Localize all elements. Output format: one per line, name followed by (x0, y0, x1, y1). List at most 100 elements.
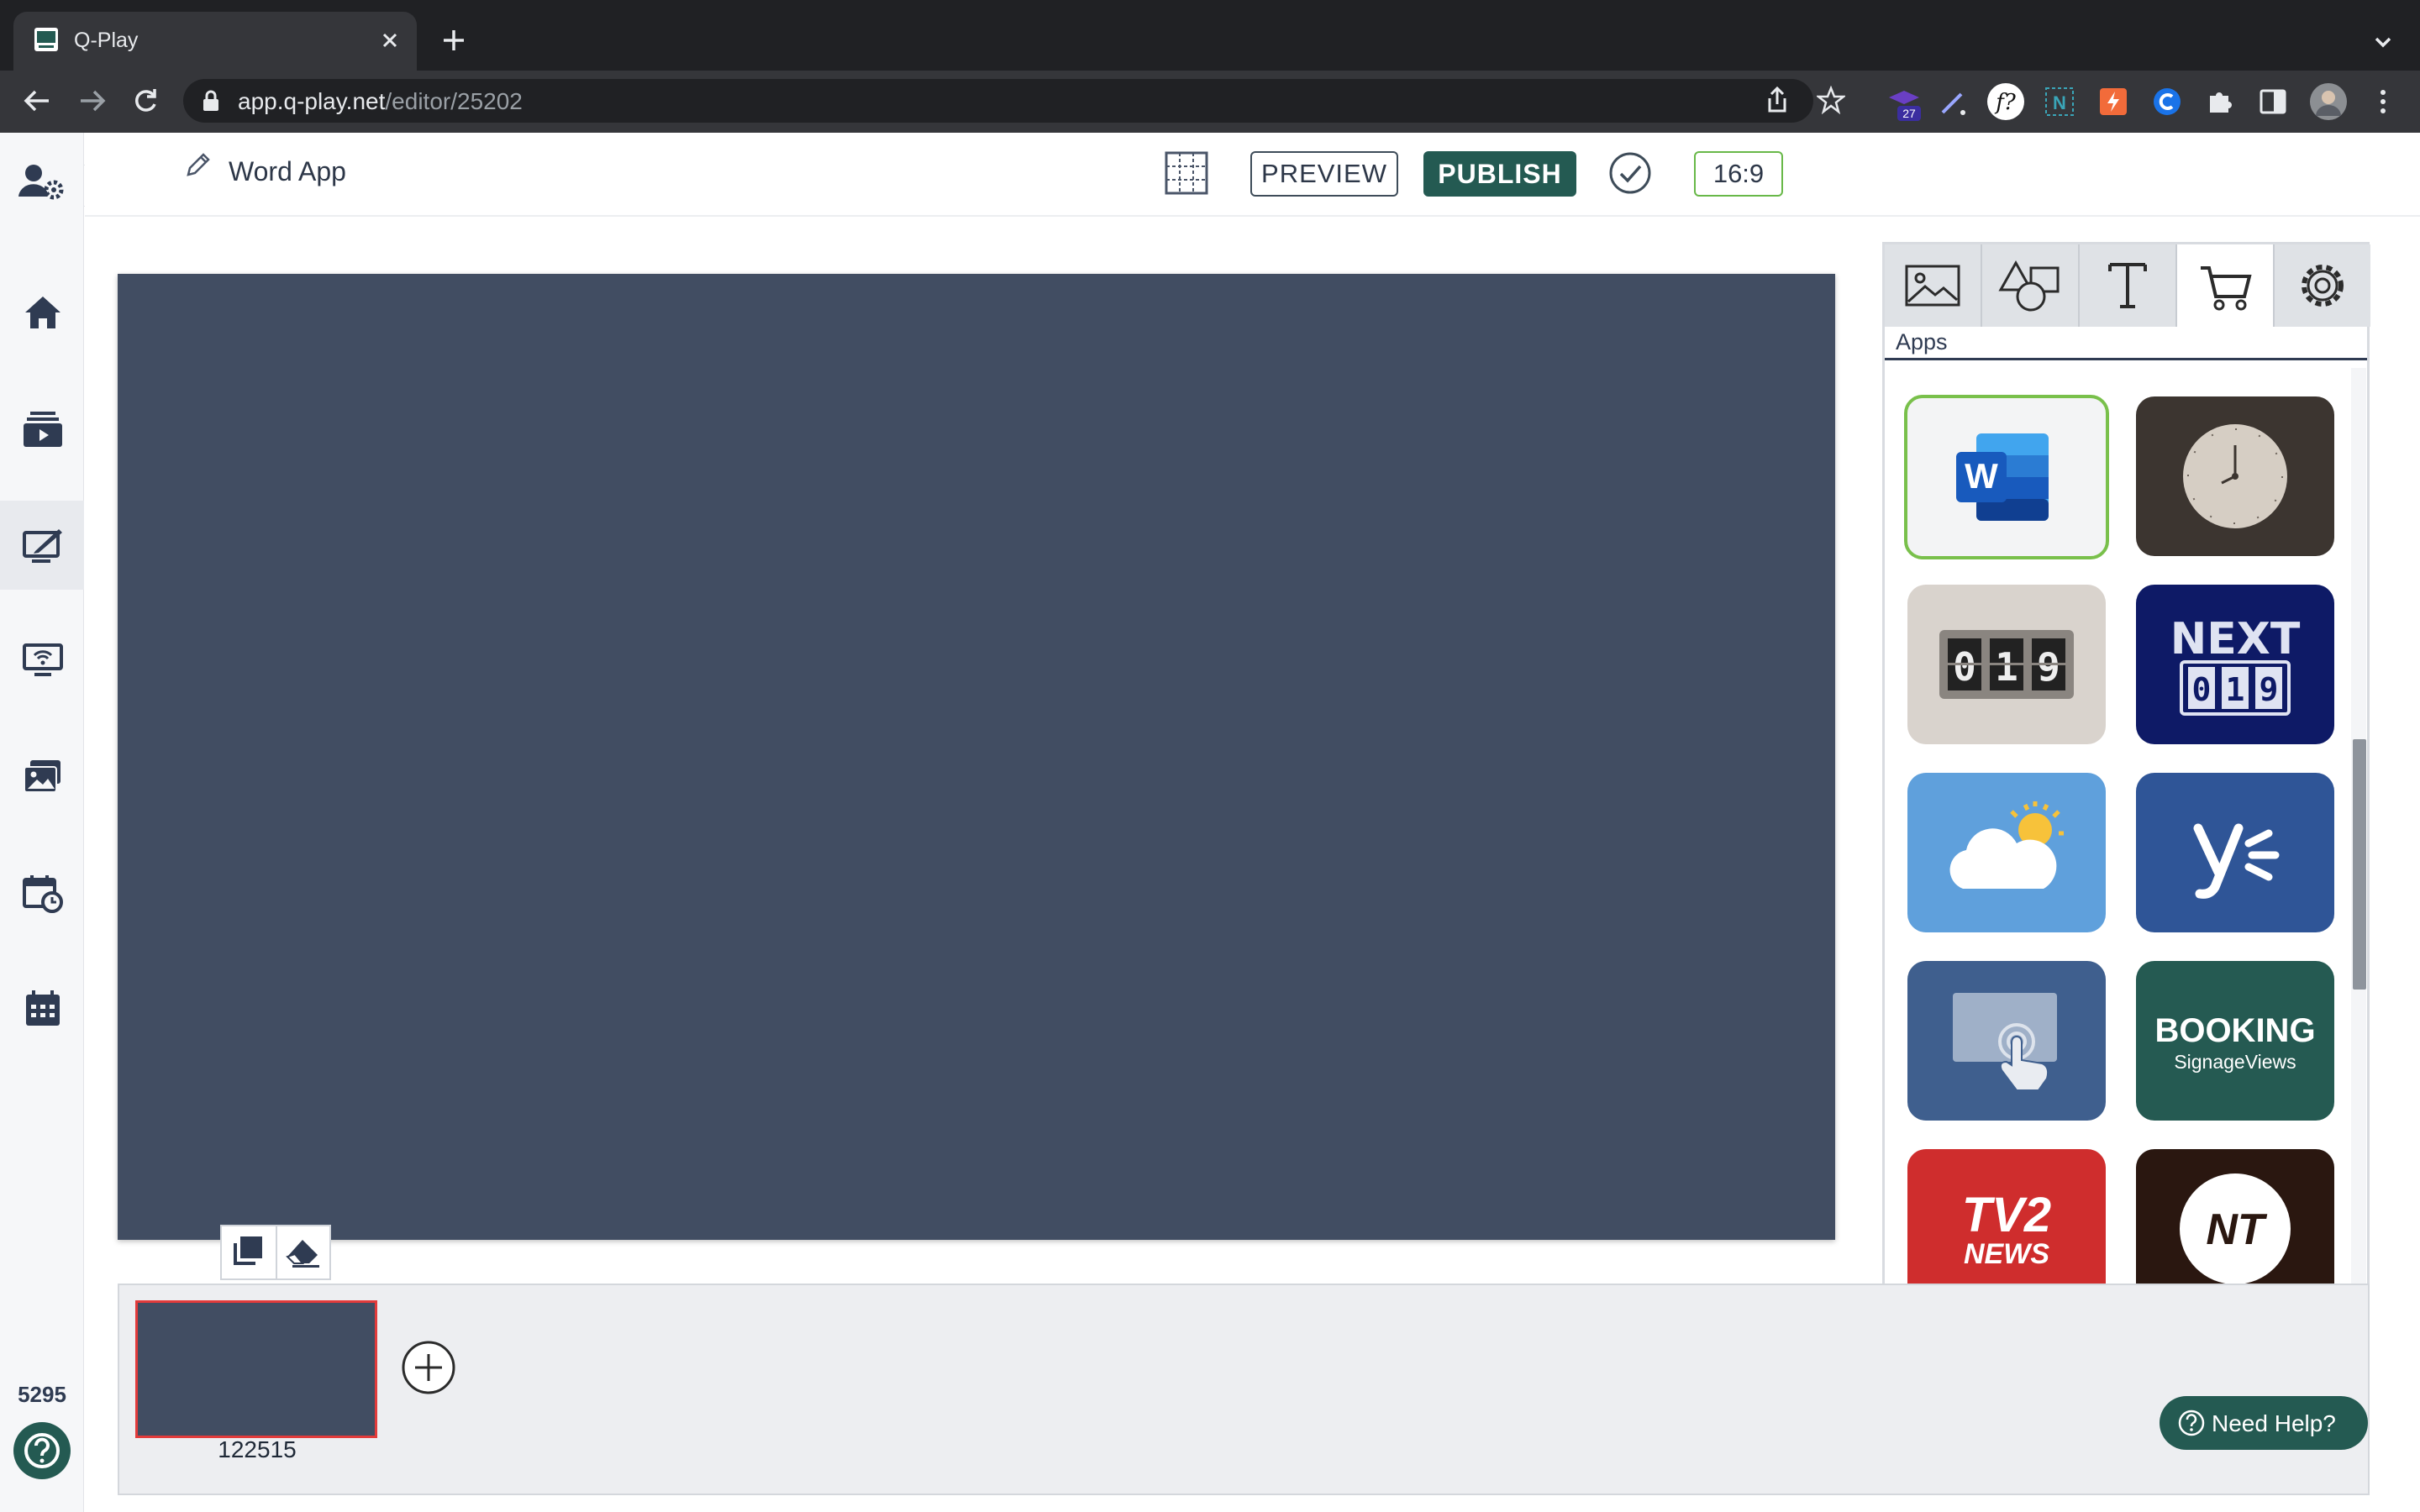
wifi-monitor-icon (23, 643, 63, 676)
side-panel-icon[interactable] (2259, 87, 2287, 116)
extension-bolt-icon[interactable] (2097, 86, 2129, 118)
extension-formula-icon[interactable]: f? (1986, 82, 2025, 121)
slide-canvas[interactable] (118, 274, 1835, 1240)
need-help-button[interactable]: Need Help? (2160, 1396, 2368, 1450)
add-slide-button[interactable] (402, 1341, 455, 1394)
panel-label-underline (1885, 358, 2367, 360)
svg-text:1: 1 (1995, 644, 2018, 690)
reload-icon[interactable] (130, 86, 160, 116)
sidebar-count: 5295 (18, 1382, 66, 1407)
home-icon (25, 297, 60, 328)
calendar-icon (26, 990, 60, 1026)
app-tile-counter[interactable]: 0 1 9 (1907, 585, 2106, 744)
sidebar-item-playlists[interactable] (22, 410, 64, 449)
app-tile-tv2-news[interactable]: TV2 NEWS (1907, 1149, 2106, 1284)
nt-logo: NT (2180, 1173, 2291, 1284)
tab-settings[interactable] (2275, 244, 2370, 327)
slide-thumbnail[interactable] (135, 1300, 377, 1438)
question-icon (2178, 1410, 2205, 1436)
eraser-icon (286, 1240, 319, 1268)
slide-strip (118, 1284, 2370, 1495)
app-tile-touch[interactable] (1907, 961, 2106, 1121)
approve-check-icon[interactable] (1608, 151, 1652, 195)
sidebar-item-calendar[interactable] (22, 990, 64, 1028)
app-tile-yammer[interactable] (2136, 773, 2334, 932)
extension-pen-icon[interactable] (1938, 87, 1968, 118)
sidebar-item-schedules[interactable] (22, 874, 64, 914)
browser-menu-icon[interactable] (2375, 87, 2391, 116)
svg-text:BOOKING: BOOKING (2154, 1012, 2315, 1049)
tab-apps[interactable] (2177, 244, 2275, 327)
touch-screen-icon (1953, 993, 2057, 1091)
share-icon[interactable] (1765, 86, 1790, 114)
plus-circle-icon (402, 1341, 455, 1394)
canvas-tools (220, 1225, 331, 1280)
duplicate-slide-button[interactable] (222, 1226, 276, 1278)
app-sidebar (0, 133, 84, 1512)
preview-button[interactable]: PREVIEW (1250, 151, 1398, 197)
weather-icon (1949, 801, 2064, 889)
media-stack-icon (24, 412, 62, 447)
aspect-ratio-button[interactable]: 16:9 (1694, 151, 1783, 197)
app-tile-weather[interactable] (1907, 773, 2106, 932)
app-tile-clock[interactable] (2136, 396, 2334, 556)
svg-text:27: 27 (1902, 107, 1916, 120)
svg-text:f?: f? (1994, 90, 2017, 115)
close-tab-icon[interactable] (378, 29, 402, 52)
edit-screen-icon (23, 529, 62, 563)
back-icon[interactable] (20, 87, 54, 114)
gear-icon (2302, 265, 2344, 307)
svg-text:NT: NT (2206, 1205, 2268, 1254)
user-gear-icon (18, 165, 64, 200)
tab-title: Q-Play (74, 29, 139, 52)
clock-icon (2183, 424, 2287, 528)
tab-images[interactable] (1885, 244, 1982, 327)
bookmark-star-icon[interactable] (1817, 86, 1845, 114)
clear-slide-button[interactable] (276, 1226, 329, 1278)
shapes-icon (1998, 260, 2060, 312)
edit-name-pencil-icon[interactable] (183, 151, 212, 180)
word-icon: W (1956, 433, 2049, 521)
need-help-label: Need Help? (2212, 1410, 2336, 1436)
images-icon (24, 760, 60, 793)
tv2-news-logo: TV2 NEWS (1962, 1188, 2051, 1270)
sidebar-item-media[interactable] (22, 758, 64, 795)
extensions-puzzle-icon[interactable] (2205, 86, 2235, 116)
sidebar-item-screens[interactable] (22, 642, 64, 679)
yammer-icon (2193, 823, 2280, 899)
app-tile-nt[interactable]: NT (2136, 1149, 2334, 1284)
extension-c-icon[interactable] (2151, 86, 2183, 118)
project-name[interactable]: Word App (229, 156, 346, 187)
app-tile-word[interactable]: W (1904, 395, 2109, 559)
profile-avatar[interactable] (2309, 82, 2348, 121)
tab-shapes[interactable] (1982, 244, 2080, 327)
new-tab-icon[interactable] (440, 27, 467, 54)
app-tile-booking[interactable]: BOOKING SignageViews (2136, 961, 2334, 1121)
svg-text:SignageViews: SignageViews (2174, 1051, 2296, 1073)
tab-text[interactable] (2080, 244, 2177, 327)
svg-text:N: N (2053, 92, 2066, 113)
cart-icon (2201, 266, 2252, 311)
panel-scrollbar-thumb[interactable] (2353, 739, 2366, 990)
app-tile-next-counter[interactable]: NEXT 0 1 9 (2136, 585, 2334, 744)
svg-text:NEWS: NEWS (1964, 1238, 2049, 1270)
svg-text:W: W (1965, 456, 1998, 496)
duplicate-icon (234, 1236, 262, 1265)
extension-graduation-icon[interactable]: 27 (1886, 84, 1923, 121)
help-button[interactable] (13, 1422, 71, 1479)
svg-text:9: 9 (2260, 671, 2279, 708)
publish-button[interactable]: PUBLISH (1423, 151, 1576, 197)
lock-icon[interactable] (202, 89, 220, 113)
forward-icon[interactable] (76, 87, 109, 114)
sidebar-item-account-settings[interactable] (17, 161, 67, 203)
sidebar-item-editor[interactable] (22, 526, 64, 564)
svg-text:9: 9 (2037, 644, 2060, 690)
calendar-clock-icon (23, 875, 63, 913)
tab-search-chevron-icon[interactable] (2370, 29, 2396, 55)
extension-n-icon[interactable]: N (2044, 86, 2075, 118)
svg-text:1: 1 (2226, 671, 2245, 708)
url-text[interactable]: app.q-play.net/editor/25202 (238, 88, 523, 115)
sidebar-item-home[interactable] (22, 294, 64, 331)
grid-toggle-icon[interactable] (1165, 151, 1208, 195)
app-grid: W 0 1 9 NEXT 0 1 9 BOOKING SignageViews … (1882, 370, 2353, 1284)
